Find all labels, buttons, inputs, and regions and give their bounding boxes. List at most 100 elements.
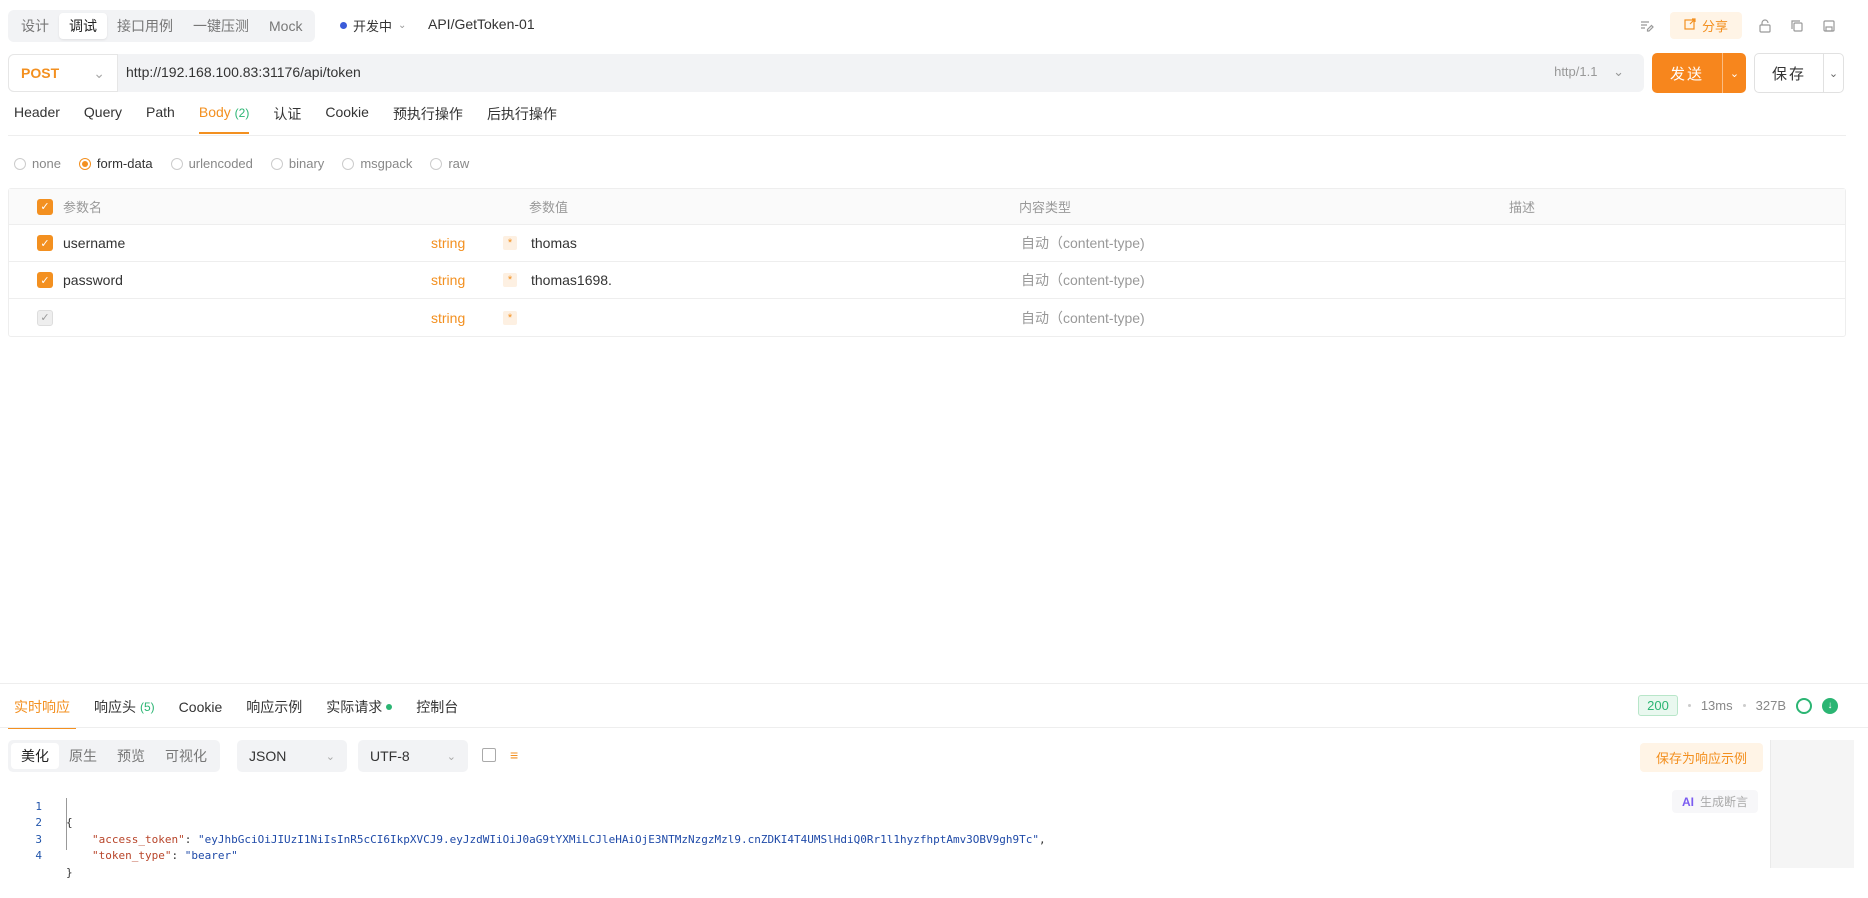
param-type-select[interactable]: string [431,225,465,261]
tab-post-script[interactable]: 后执行操作 [487,104,557,134]
response-size: 327B [1755,698,1786,713]
separator-dot [1687,704,1691,707]
mode-design[interactable]: 设计 [11,13,59,39]
view-visualize[interactable]: 可视化 [155,743,217,769]
copy-icon[interactable] [1788,17,1806,35]
tab-response-cookie[interactable]: Cookie [179,697,223,729]
radio-raw[interactable]: raw [430,156,469,171]
content-type-input[interactable]: 自动（content-type) [1021,262,1145,298]
tab-response-example[interactable]: 响应示例 [246,697,302,729]
tab-label: Cookie [178,699,223,715]
mode-mock[interactable]: Mock [259,13,312,39]
minimap-pane[interactable] [1770,740,1854,868]
radio-checked-icon [78,157,91,170]
method-label: POST [21,65,60,81]
radio-icon [342,157,355,170]
param-type-select[interactable]: string [431,262,465,298]
response-tabs: 实时响应 响应头 (5) Cookie 响应示例 实际请求 控制台 [8,697,482,729]
radio-label: msgpack [360,156,413,171]
save-as-example-button[interactable]: 保存为响应示例 [1640,743,1764,772]
tab-console[interactable]: 控制台 [416,697,458,729]
content-type-input[interactable]: 自动（content-type) [1021,225,1145,261]
tab-live-response[interactable]: 实时响应 [8,697,76,729]
param-value-input[interactable]: thomas [531,225,577,261]
radio-form-data[interactable]: form-data [78,156,153,171]
tab-pre-script[interactable]: 预执行操作 [393,104,463,134]
mode-debug[interactable]: 调试 [59,13,107,39]
globe-icon[interactable] [1796,697,1812,714]
tab-count: (2) [234,106,250,120]
copy-icon[interactable] [482,748,496,762]
radio-label: raw [448,156,470,171]
encoding-label: UTF-8 [370,748,410,764]
view-preview[interactable]: 预览 [107,743,155,769]
api-name[interactable]: API/GetToken-01 [428,16,535,32]
param-value-input[interactable]: thomas1698. [531,262,612,298]
wrap-lines-icon[interactable]: ≡ [510,747,518,763]
tab-query[interactable]: Query [84,104,122,134]
tab-label: Path [146,104,175,120]
encoding-select[interactable]: UTF-8 ⌄ [358,740,468,772]
http-version-label: http/1.1 [1554,64,1598,79]
mode-switcher: 设计 调试 接口用例 一键压测 Mock [8,10,316,42]
status-dot-icon [340,22,347,29]
tab-label: 实时响应 [14,699,70,715]
column-header-name: 参数名 [63,200,103,215]
tab-actual-request[interactable]: 实际请求 [326,697,393,729]
tab-cookie[interactable]: Cookie [325,104,369,134]
status-label: 开发中 [353,19,393,34]
request-tabs: Header Query Path Body (2) 认证 Cookie 预执行… [14,104,581,134]
chevron-down-icon[interactable]: ⌄ [1723,67,1746,80]
radio-msgpack[interactable]: msgpack [342,156,412,171]
lock-icon[interactable] [1756,17,1774,35]
http-version-select[interactable]: http/1.1 ⌄ [1554,64,1624,80]
table-row: ✓ password string * thomas1698. 自动（conte… [9,262,1845,299]
share-button[interactable]: 分享 [1669,12,1742,39]
json-separator: : [171,849,185,862]
response-code-editor[interactable]: 1 { 2 "access_token": "eyJhbGciOiJIUzI1N… [0,782,1770,879]
mode-load-test[interactable]: 一键压测 [183,13,259,39]
code-line: 2 "access_token": "eyJhbGciOiJIUzI1NiIsI… [0,799,1770,846]
view-mode-switcher: 美化 原生 预览 可视化 [8,740,220,772]
download-icon[interactable]: ↓ [1822,697,1838,714]
content-type-input[interactable]: 自动（content-type) [1021,299,1145,336]
tab-body[interactable]: Body (2) [198,104,250,134]
status-dropdown[interactable]: 开发中 ⌄ [340,16,406,35]
view-raw[interactable]: 原生 [59,743,107,769]
param-type-select[interactable]: string [431,299,465,336]
tab-label: Query [83,104,123,120]
radio-binary[interactable]: binary [270,156,325,171]
required-marker[interactable]: * [503,273,517,287]
row-checkbox[interactable]: ✓ [37,235,53,251]
table-header-row: ✓ 参数名 参数值 内容类型 描述 [9,189,1845,225]
tab-response-headers[interactable]: 响应头 (5) [94,697,155,729]
radio-label: form-data [96,156,153,171]
table-row: ✓ string * 自动（content-type) [9,299,1845,336]
code-line: 3 "token_type": "bearer" [0,815,1770,863]
required-marker[interactable]: * [503,310,517,325]
radio-label: binary [288,156,325,171]
row-checkbox[interactable]: ✓ [37,309,53,326]
param-name-input[interactable]: password [63,262,123,298]
edit-icon[interactable] [1638,17,1656,35]
param-name-input[interactable]: username [63,225,125,261]
tab-path[interactable]: Path [146,104,175,134]
chevron-down-icon: ⌄ [93,64,105,81]
required-marker[interactable]: * [503,236,517,250]
row-checkbox[interactable]: ✓ [37,272,53,288]
save-button[interactable]: 保存 ⌄ [1754,53,1844,93]
tab-auth[interactable]: 认证 [273,104,301,134]
radio-none[interactable]: none [14,156,61,171]
response-divider[interactable] [0,683,1868,684]
select-all-checkbox[interactable]: ✓ [37,198,53,215]
method-select[interactable]: POST ⌄ [8,54,118,92]
url-input[interactable]: http://192.168.100.83:31176/api/token [126,64,361,80]
tab-header[interactable]: Header [14,104,60,134]
mode-test-cases[interactable]: 接口用例 [107,13,183,39]
view-pretty[interactable]: 美化 [11,743,59,769]
send-button[interactable]: 发送 ⌄ [1652,53,1746,93]
chevron-down-icon[interactable]: ⌄ [1824,67,1843,80]
radio-urlencoded[interactable]: urlencoded [170,156,253,171]
save-icon[interactable] [1820,17,1838,35]
format-select[interactable]: JSON ⌄ [237,740,347,772]
